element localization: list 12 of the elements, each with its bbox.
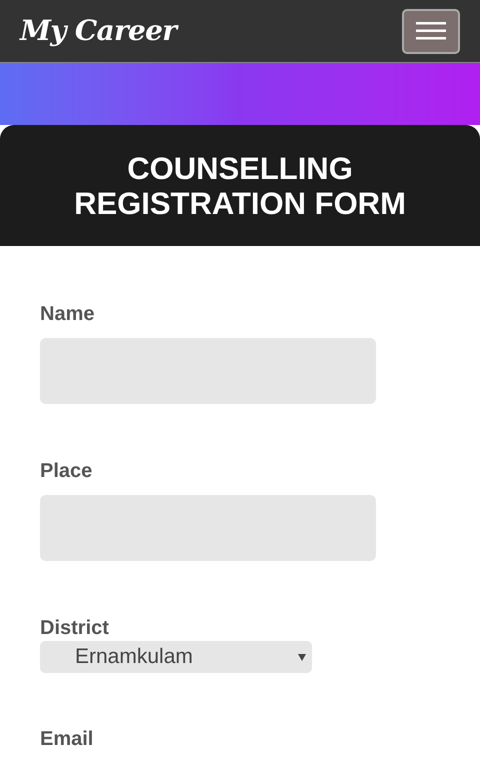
field-label: Name [40, 303, 96, 325]
caret-icon [298, 654, 306, 660]
field-label: Place [40, 460, 94, 482]
field-label: District [40, 617, 110, 639]
district-dropdown[interactable]: Ernamkulam [40, 641, 312, 673]
input-field[interactable] [40, 338, 376, 404]
brand-logo[interactable]: My Career [20, 10, 176, 52]
menu-icon [416, 22, 446, 40]
menu-button[interactable] [402, 8, 460, 54]
form-title: COUNSELLING REGISTRATION FORM [73, 150, 407, 220]
input-field[interactable] [40, 495, 376, 561]
field-label: Email [40, 728, 94, 750]
